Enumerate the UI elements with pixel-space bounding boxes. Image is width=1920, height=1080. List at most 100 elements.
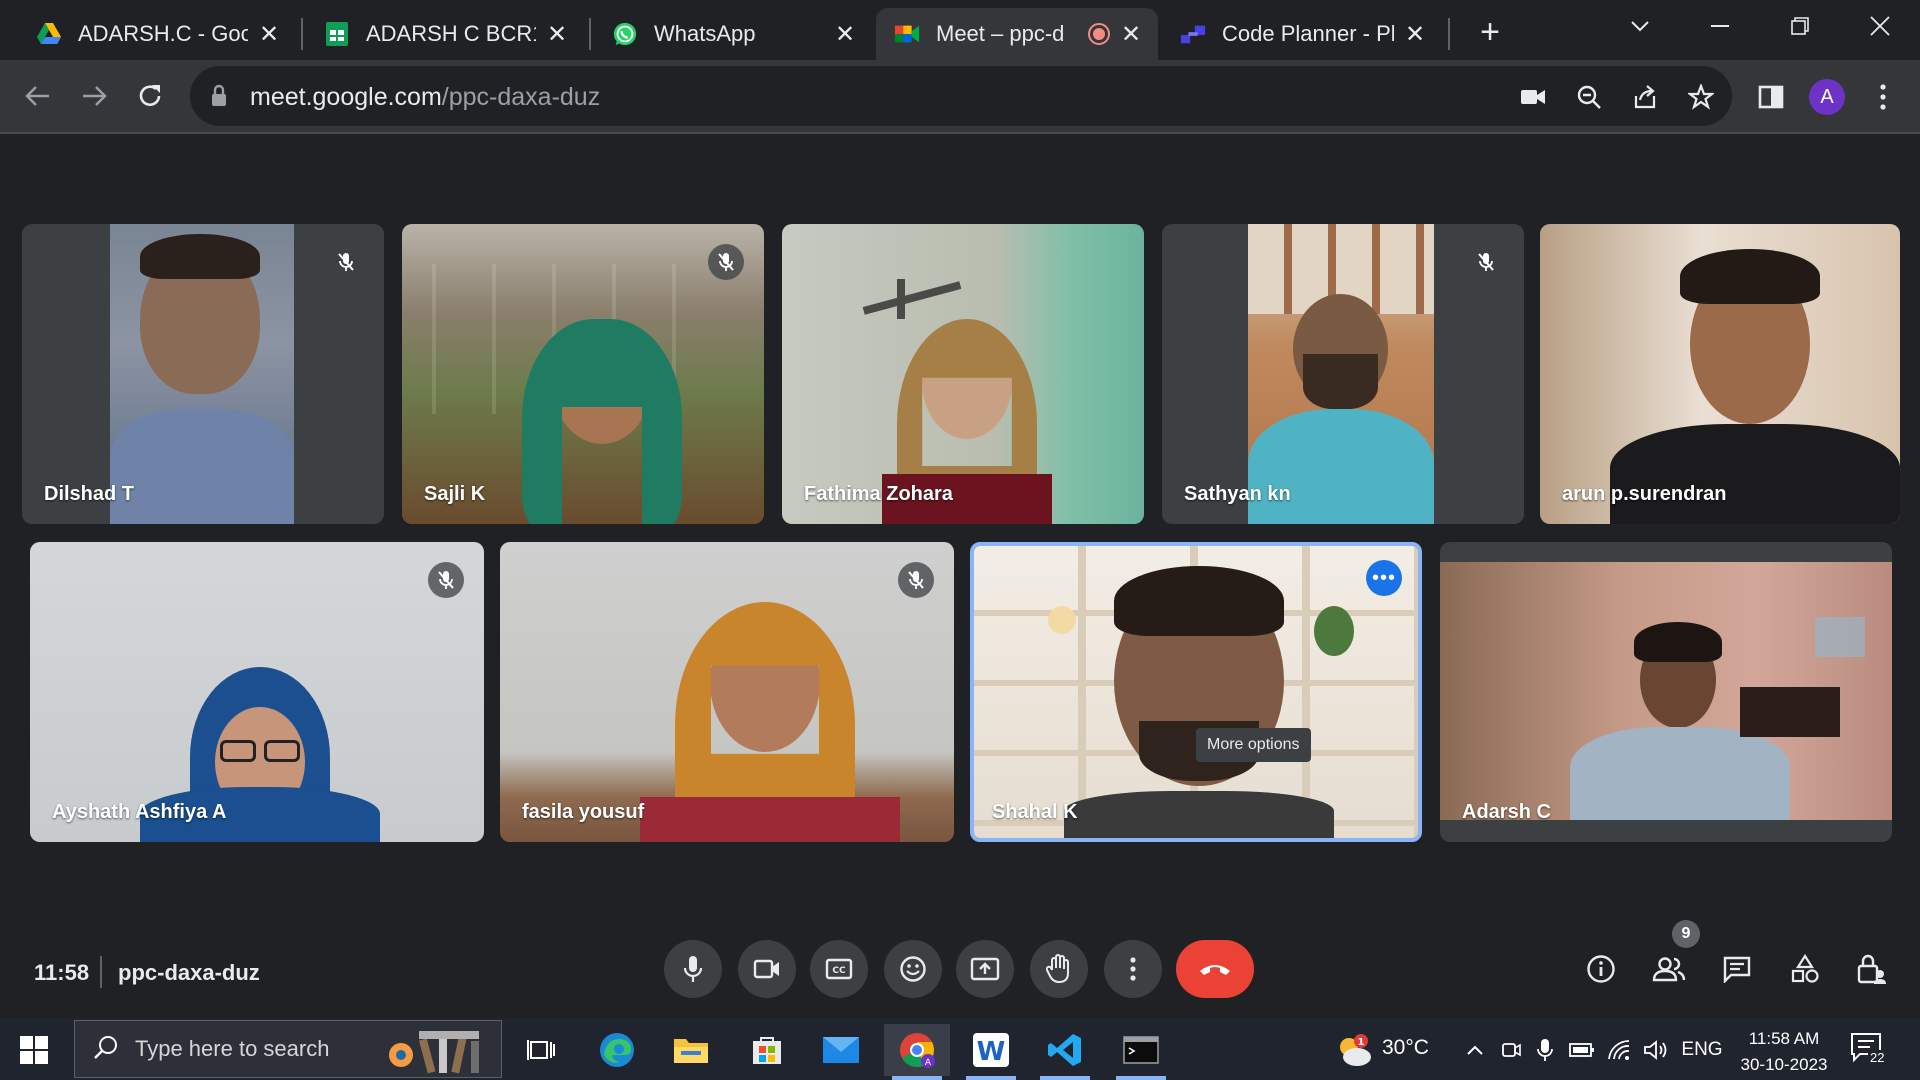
participant-tile[interactable]: Dilshad T bbox=[22, 224, 384, 524]
word-app[interactable]: W bbox=[958, 1024, 1024, 1080]
chrome-app[interactable]: A bbox=[884, 1024, 950, 1080]
participant-tile-focused[interactable]: ••• More options Shahal K bbox=[970, 542, 1422, 842]
tab-google-drive[interactable]: ADARSH.C - Goog ✕ bbox=[18, 8, 296, 60]
participant-tile[interactable]: Sajli K bbox=[402, 224, 764, 524]
terminal-app[interactable] bbox=[1108, 1024, 1174, 1080]
people-icon bbox=[1652, 957, 1686, 982]
camera-button[interactable] bbox=[738, 940, 796, 998]
edge-app[interactable] bbox=[584, 1024, 650, 1076]
muted-mic-icon bbox=[1468, 244, 1504, 280]
arrow-left-icon bbox=[25, 86, 49, 106]
chat-button[interactable] bbox=[1716, 948, 1758, 990]
address-bar[interactable]: meet.google.com/ppc-daxa-duz bbox=[190, 66, 1732, 126]
close-tab-icon[interactable]: ✕ bbox=[832, 21, 858, 48]
host-controls-button[interactable] bbox=[1850, 948, 1892, 990]
participant-tile[interactable]: Fathima Zohara bbox=[782, 224, 1144, 524]
tab-google-sheets[interactable]: ADARSH C BCR12 ✕ bbox=[306, 8, 584, 60]
new-tab-button[interactable]: + bbox=[1470, 12, 1510, 52]
captions-button[interactable]: CC bbox=[810, 940, 868, 998]
more-options-button[interactable]: ••• bbox=[1366, 560, 1402, 596]
tab-title: Code Planner - Pl bbox=[1222, 21, 1394, 46]
tab-code-planner[interactable]: Code Planner - Pl ✕ bbox=[1162, 8, 1442, 60]
people-button[interactable] bbox=[1648, 948, 1690, 990]
participant-video bbox=[30, 542, 484, 842]
participant-tile[interactable]: fasila yousuf bbox=[500, 542, 954, 842]
lock-icon[interactable] bbox=[210, 84, 228, 113]
close-tab-icon[interactable]: ✕ bbox=[1118, 21, 1144, 48]
more-options-button[interactable] bbox=[1104, 940, 1162, 998]
present-screen-button[interactable] bbox=[956, 940, 1014, 998]
system-clock[interactable]: 11:58 AM 30-10-2023 bbox=[1734, 1026, 1834, 1078]
close-tab-icon[interactable]: ✕ bbox=[256, 21, 282, 48]
microphone-icon bbox=[683, 956, 703, 982]
meet-now-icon[interactable] bbox=[1496, 1036, 1526, 1064]
code-planner-icon bbox=[1180, 21, 1206, 47]
restore-button[interactable] bbox=[1770, 6, 1830, 46]
close-tab-icon[interactable]: ✕ bbox=[1402, 21, 1428, 48]
tab-whatsapp[interactable]: WhatsApp ✕ bbox=[594, 8, 872, 60]
microphone-button[interactable] bbox=[664, 940, 722, 998]
close-window-button[interactable] bbox=[1850, 6, 1910, 46]
participant-tile[interactable]: Sathyan kn bbox=[1162, 224, 1524, 524]
wifi-icon[interactable] bbox=[1604, 1036, 1636, 1064]
tab-google-meet[interactable]: Meet – ppc-d ✕ bbox=[876, 8, 1158, 60]
bookmark-star-icon[interactable] bbox=[1684, 80, 1718, 114]
tab-divider bbox=[301, 18, 303, 50]
browser-menu-button[interactable] bbox=[1864, 78, 1902, 116]
participant-video bbox=[1540, 224, 1900, 524]
leave-call-button[interactable] bbox=[1176, 940, 1254, 998]
file-explorer-app[interactable] bbox=[658, 1024, 724, 1076]
more-options-tooltip: More options bbox=[1196, 728, 1311, 762]
reactions-button[interactable] bbox=[884, 940, 942, 998]
url-text: meet.google.com/ppc-daxa-duz bbox=[250, 83, 600, 112]
tab-title: Meet – ppc-d bbox=[936, 21, 1065, 46]
raise-hand-button[interactable] bbox=[1030, 940, 1088, 998]
minimize-button[interactable] bbox=[1690, 6, 1750, 46]
vscode-app[interactable] bbox=[1032, 1024, 1098, 1080]
tab-title: ADARSH C BCR12 bbox=[366, 21, 536, 46]
side-panel-button[interactable] bbox=[1752, 78, 1790, 116]
participant-video bbox=[1440, 562, 1892, 820]
windows-logo-icon bbox=[20, 1036, 48, 1064]
meeting-details-button[interactable] bbox=[1580, 948, 1622, 990]
share-icon[interactable] bbox=[1628, 80, 1662, 114]
volume-icon[interactable] bbox=[1640, 1036, 1672, 1064]
windows-taskbar: Type here to search A W 1 30°C ENG 11:58… bbox=[0, 1018, 1920, 1080]
mail-app[interactable] bbox=[808, 1024, 874, 1076]
microphone-in-use-icon[interactable] bbox=[1530, 1036, 1560, 1064]
battery-icon[interactable] bbox=[1566, 1036, 1598, 1064]
participant-name: Dilshad T bbox=[44, 483, 135, 505]
activities-button[interactable] bbox=[1784, 948, 1826, 990]
microsoft-store-app[interactable] bbox=[734, 1024, 800, 1076]
reload-button[interactable] bbox=[130, 76, 170, 116]
input-language[interactable]: ENG bbox=[1680, 1036, 1724, 1064]
show-hidden-icons-button[interactable] bbox=[1460, 1036, 1490, 1064]
forward-button[interactable] bbox=[74, 76, 114, 116]
participant-tile[interactable]: Ayshath Ashfiya A bbox=[30, 542, 484, 842]
minimize-icon bbox=[1711, 25, 1729, 27]
tab-search-button[interactable] bbox=[1610, 6, 1670, 46]
divider bbox=[100, 956, 102, 988]
svg-text:W: W bbox=[977, 1037, 1006, 1067]
task-view-button[interactable] bbox=[508, 1024, 574, 1076]
participant-tile[interactable]: arun p.surendran bbox=[1540, 224, 1900, 524]
weather-widget[interactable]: 1 bbox=[1334, 1034, 1374, 1066]
participant-name: arun p.surendran bbox=[1562, 483, 1727, 505]
chevron-down-icon bbox=[1631, 21, 1649, 32]
participant-name: fasila yousuf bbox=[522, 801, 645, 823]
participant-video bbox=[782, 224, 1144, 524]
participant-name: Adarsh C bbox=[1462, 801, 1551, 823]
start-button[interactable] bbox=[14, 1032, 54, 1068]
notification-center-button[interactable]: 22 bbox=[1850, 1032, 1887, 1069]
close-tab-icon[interactable]: ✕ bbox=[544, 21, 570, 48]
reload-icon bbox=[139, 85, 161, 106]
chrome-icon: A bbox=[900, 1033, 935, 1068]
taskbar-search-box[interactable]: Type here to search bbox=[74, 1020, 502, 1078]
profile-avatar[interactable]: A bbox=[1809, 79, 1845, 115]
back-button[interactable] bbox=[18, 76, 58, 116]
zoom-icon[interactable] bbox=[1572, 80, 1606, 114]
participant-tile[interactable]: Adarsh C bbox=[1440, 542, 1892, 842]
camera-in-use-icon[interactable] bbox=[1516, 80, 1550, 114]
svg-text:A: A bbox=[925, 1058, 932, 1068]
browser-toolbar: meet.google.com/ppc-daxa-duz A bbox=[0, 60, 1920, 134]
